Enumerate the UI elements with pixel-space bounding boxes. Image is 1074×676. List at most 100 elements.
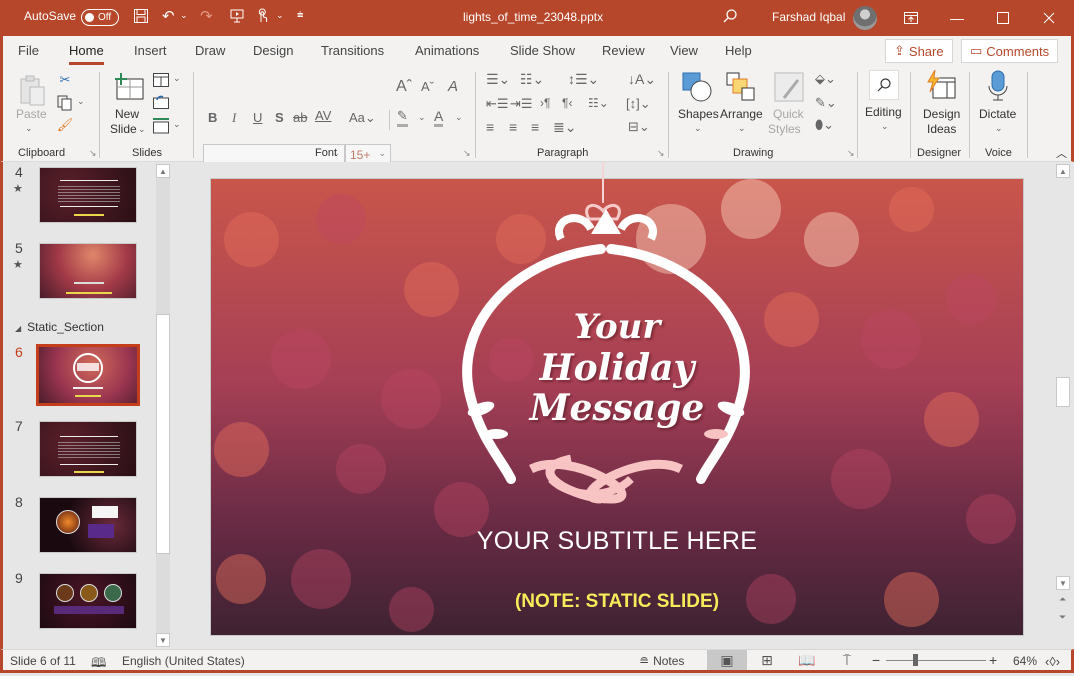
dictate-label[interactable]: Dictate bbox=[979, 107, 1016, 122]
shapes-icon[interactable] bbox=[681, 72, 713, 102]
slide-note[interactable]: (NOTE: STATIC SLIDE) bbox=[211, 591, 1023, 613]
highlight-color-icon[interactable]: ✎ bbox=[397, 108, 408, 127]
change-case-icon[interactable]: Aa⌄ bbox=[349, 110, 376, 126]
design-ideas-label-line2[interactable]: Ideas bbox=[927, 122, 956, 137]
tab-slide-show[interactable]: Slide Show bbox=[510, 43, 575, 58]
zoom-level[interactable]: 64% bbox=[1013, 654, 1037, 668]
text-direction-icon[interactable]: ↓A⌄ bbox=[628, 71, 656, 88]
user-avatar[interactable] bbox=[853, 6, 877, 30]
text-shadow-icon[interactable]: S bbox=[275, 110, 284, 125]
paste-label[interactable]: Paste bbox=[16, 107, 47, 122]
tab-animations[interactable]: Animations bbox=[415, 43, 479, 58]
new-slide-dropdown-icon[interactable]: ⌄ bbox=[138, 124, 146, 135]
font-color-dropdown-icon[interactable]: ⌄ bbox=[455, 112, 463, 123]
microphone-icon[interactable] bbox=[985, 70, 1011, 102]
redo-icon[interactable]: ↷ bbox=[200, 7, 213, 25]
zoom-slider-thumb[interactable] bbox=[913, 654, 918, 666]
left-to-right-icon[interactable]: ›¶ bbox=[540, 96, 550, 110]
scroll-down-button[interactable]: ▼ bbox=[156, 633, 170, 647]
slide-title-line-1[interactable]: Your bbox=[211, 307, 1023, 347]
tab-file[interactable]: File bbox=[18, 43, 39, 58]
layout-dropdown-icon[interactable]: ⌄ bbox=[173, 73, 181, 84]
quick-styles-label-line1[interactable]: Quick bbox=[773, 107, 804, 122]
tab-home[interactable]: Home bbox=[69, 43, 104, 65]
touch-mode-icon[interactable] bbox=[255, 8, 271, 28]
scroll-up-button[interactable]: ▲ bbox=[156, 164, 170, 178]
next-slide-icon[interactable]: ⏷ bbox=[1059, 612, 1066, 623]
strikethrough-icon[interactable]: ab bbox=[293, 110, 307, 125]
quick-styles-label-line2[interactable]: Styles bbox=[768, 122, 801, 137]
section-dropdown-icon[interactable]: ⌄ bbox=[173, 119, 181, 130]
slide-sorter-button[interactable]: ⊞ bbox=[747, 650, 787, 670]
shape-effects-icon[interactable]: ⬮⌄ bbox=[815, 117, 834, 133]
undo-dropdown-icon[interactable]: ⌄ bbox=[180, 10, 188, 21]
new-slide-icon[interactable] bbox=[113, 72, 145, 102]
bullets-icon[interactable]: ☰⌄ bbox=[486, 71, 510, 88]
zoom-out-button[interactable]: − bbox=[872, 652, 880, 668]
drawing-launcher-icon[interactable]: ↘ bbox=[847, 148, 855, 159]
slide-show-button[interactable]: ⍑ bbox=[827, 650, 867, 670]
ribbon-display-options-button[interactable] bbox=[888, 0, 934, 36]
quick-styles-icon[interactable] bbox=[774, 72, 804, 102]
clear-formatting-icon[interactable]: A bbox=[448, 78, 458, 95]
shapes-label[interactable]: Shapes bbox=[678, 107, 719, 122]
tab-insert[interactable]: Insert bbox=[134, 43, 167, 58]
increase-indent-icon[interactable]: ⇥☰ bbox=[510, 96, 533, 112]
thumbnail-scrollbar[interactable]: ▲ ▼ bbox=[156, 164, 170, 647]
collapse-ribbon-icon[interactable]: ︿ bbox=[1056, 145, 1067, 161]
slide-thumbnail-4[interactable] bbox=[39, 167, 137, 223]
zoom-slider-track[interactable] bbox=[886, 660, 986, 661]
editor-scrollbar[interactable]: ▲ ▼ ⏶ ⏷ bbox=[1056, 162, 1071, 649]
underline-icon[interactable]: U bbox=[253, 110, 262, 125]
section-header[interactable]: ◢ Static_Section bbox=[15, 320, 104, 334]
paste-dropdown-icon[interactable]: ⌄ bbox=[25, 123, 33, 134]
align-text-icon[interactable]: [↕]⌄ bbox=[626, 96, 651, 112]
slide-thumbnail-6-selected[interactable] bbox=[36, 344, 140, 406]
editor-scroll-up-button[interactable]: ▲ bbox=[1056, 164, 1070, 178]
convert-to-smartart-icon[interactable]: ⊟⌄ bbox=[628, 119, 650, 135]
editor-scroll-down-button[interactable]: ▼ bbox=[1056, 576, 1070, 590]
layout-icon[interactable] bbox=[153, 72, 169, 88]
highlight-dropdown-icon[interactable]: ⌄ bbox=[418, 112, 426, 123]
slide-subtitle[interactable]: YOUR SUBTITLE HERE bbox=[211, 527, 1023, 556]
comments-button[interactable]: ▭ Comments bbox=[961, 39, 1059, 63]
character-spacing-icon[interactable]: AV bbox=[315, 108, 331, 123]
save-icon[interactable] bbox=[133, 8, 149, 28]
shape-outline-icon[interactable]: ✎⌄ bbox=[815, 95, 837, 111]
decrease-font-size-icon[interactable]: Aˇ bbox=[421, 79, 434, 94]
slide-canvas[interactable]: Your Holiday Message YOUR SUBTITLE HERE … bbox=[210, 178, 1024, 636]
tab-design[interactable]: Design bbox=[253, 43, 293, 58]
arrange-dropdown-icon[interactable]: ⌄ bbox=[738, 123, 746, 134]
tab-transitions[interactable]: Transitions bbox=[321, 43, 384, 58]
undo-icon[interactable]: ↶ bbox=[162, 7, 175, 25]
tab-draw[interactable]: Draw bbox=[195, 43, 225, 58]
numbering-icon[interactable]: ☷⌄ bbox=[520, 71, 544, 88]
increase-font-size-icon[interactable]: Aˆ bbox=[396, 78, 412, 96]
decrease-indent-icon[interactable]: ⇤☰ bbox=[486, 96, 509, 112]
justify-icon[interactable]: ≣⌄ bbox=[553, 119, 576, 136]
slide-thumbnail-7[interactable] bbox=[39, 421, 137, 477]
maximize-button[interactable] bbox=[980, 0, 1026, 36]
normal-view-button[interactable]: ▣ bbox=[707, 650, 747, 670]
customize-qat-icon[interactable]: ⩧ bbox=[297, 9, 303, 22]
editor-scroll-thumb[interactable] bbox=[1056, 377, 1070, 407]
zoom-in-button[interactable]: + bbox=[989, 652, 997, 668]
italic-icon[interactable]: I bbox=[232, 110, 236, 126]
editing-label[interactable]: Editing bbox=[865, 105, 902, 120]
touch-mode-dropdown-icon[interactable]: ⌄ bbox=[276, 10, 284, 21]
autosave-toggle[interactable]: Off bbox=[81, 9, 119, 26]
arrange-icon[interactable] bbox=[726, 72, 756, 102]
paste-icon[interactable] bbox=[18, 74, 48, 108]
section-icon[interactable] bbox=[153, 118, 169, 134]
reset-slide-icon[interactable] bbox=[153, 94, 169, 110]
align-left-icon[interactable]: ≡ bbox=[486, 119, 494, 135]
language-indicator[interactable]: English (United States) bbox=[122, 654, 245, 668]
slide-thumbnail-5[interactable] bbox=[39, 243, 137, 299]
editing-dropdown-icon[interactable]: ⌄ bbox=[881, 121, 889, 132]
align-center-icon[interactable]: ≡ bbox=[509, 119, 517, 135]
design-ideas-icon[interactable] bbox=[925, 70, 957, 100]
cut-icon[interactable]: ✂ bbox=[57, 71, 73, 89]
fit-slide-to-window-icon[interactable]: ‹◊› bbox=[1045, 654, 1060, 669]
present-from-beginning-icon[interactable] bbox=[229, 8, 245, 28]
copy-icon[interactable] bbox=[56, 94, 74, 112]
